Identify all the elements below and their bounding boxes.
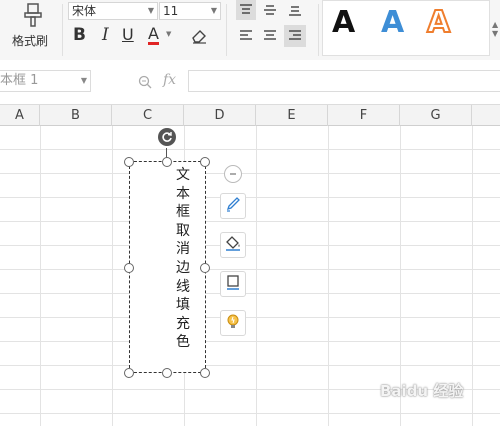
wordart-style-blue[interactable]: A [381, 6, 404, 40]
column-header-c[interactable]: C [112, 105, 184, 126]
bold-button[interactable]: B [73, 25, 86, 45]
watermark: Baidu 经验 [380, 382, 464, 400]
fx-label[interactable]: fx [163, 72, 176, 88]
resize-handle-left[interactable] [124, 263, 134, 273]
chevron-down-icon: ▼ [210, 6, 217, 15]
align-left-icon[interactable] [236, 26, 256, 46]
font-name-select[interactable]: 宋体 ▼ [68, 2, 158, 20]
align-top-icon[interactable] [236, 0, 256, 20]
column-header-row: A B C D E F G [0, 104, 500, 126]
rotate-handle-icon[interactable] [158, 128, 176, 146]
align-middle-icon[interactable] [260, 0, 280, 20]
format-painter-label[interactable]: 格式刷 [12, 32, 48, 49]
grid-line [328, 126, 329, 426]
shape-fill-button[interactable] [220, 232, 246, 258]
align-bottom-icon[interactable] [285, 0, 305, 20]
grid-line [40, 126, 41, 426]
resize-handle-top-left[interactable] [124, 157, 134, 167]
resize-handle-top-right[interactable] [200, 157, 210, 167]
shape-outline-button[interactable] [220, 271, 246, 297]
font-size-value: 11 [163, 4, 179, 18]
ribbon-toolbar: 格式刷 宋体 ▼ 11 ▼ B I U A ▼ A A A ▲ ▼ [0, 0, 500, 61]
formula-input[interactable] [188, 70, 500, 92]
clear-format-icon[interactable] [188, 26, 210, 46]
format-painter-icon[interactable] [20, 2, 46, 28]
font-name-value: 宋体 [72, 4, 97, 18]
column-header-f[interactable]: F [328, 105, 400, 126]
column-header-g[interactable]: G [400, 105, 472, 126]
chevron-down-icon[interactable]: ▼ [81, 71, 87, 91]
text-box-content[interactable]: 文本框取消边线填充色 [176, 166, 196, 352]
resize-handle-right[interactable] [200, 263, 210, 273]
smart-suggest-button[interactable] [220, 310, 246, 336]
wordart-style-black[interactable]: A [332, 6, 355, 40]
name-box-value: 本框 1 [0, 73, 39, 88]
formula-bar: 本框 1 ▼ fx [0, 60, 500, 104]
grid-line [112, 126, 113, 426]
font-size-select[interactable]: 11 ▼ [159, 2, 221, 20]
column-header-a[interactable]: A [0, 105, 40, 126]
resize-handle-top[interactable] [162, 157, 172, 167]
lightbulb-icon [225, 313, 241, 333]
chevron-down-icon: ▼ [147, 6, 154, 15]
wordart-style-orange-outline[interactable]: A [426, 5, 451, 41]
column-header-e[interactable]: E [256, 105, 328, 126]
minus-circle-icon[interactable] [224, 165, 242, 183]
font-color-button[interactable]: A [148, 25, 159, 45]
grid-line [472, 126, 473, 426]
underline-button[interactable]: U [122, 25, 134, 44]
column-header-b[interactable]: B [40, 105, 112, 126]
column-header-d[interactable]: D [184, 105, 256, 126]
gallery-scroll-icon[interactable]: ▲ ▼ [492, 20, 500, 40]
align-right-icon[interactable] [284, 25, 306, 47]
magnifier-icon[interactable] [137, 74, 153, 90]
align-center-icon[interactable] [260, 26, 280, 46]
chevron-down-icon[interactable]: ▼ [166, 30, 171, 38]
resize-handle-bottom[interactable] [162, 368, 172, 378]
resize-handle-bottom-left[interactable] [124, 368, 134, 378]
pen-icon [225, 196, 241, 216]
border-icon [225, 274, 241, 294]
resize-handle-bottom-right[interactable] [200, 368, 210, 378]
fill-bucket-icon [224, 235, 242, 255]
name-box[interactable]: 本框 1 ▼ [0, 70, 91, 92]
shape-style-button[interactable] [220, 193, 246, 219]
italic-button[interactable]: I [102, 25, 109, 45]
grid-line [256, 126, 257, 426]
